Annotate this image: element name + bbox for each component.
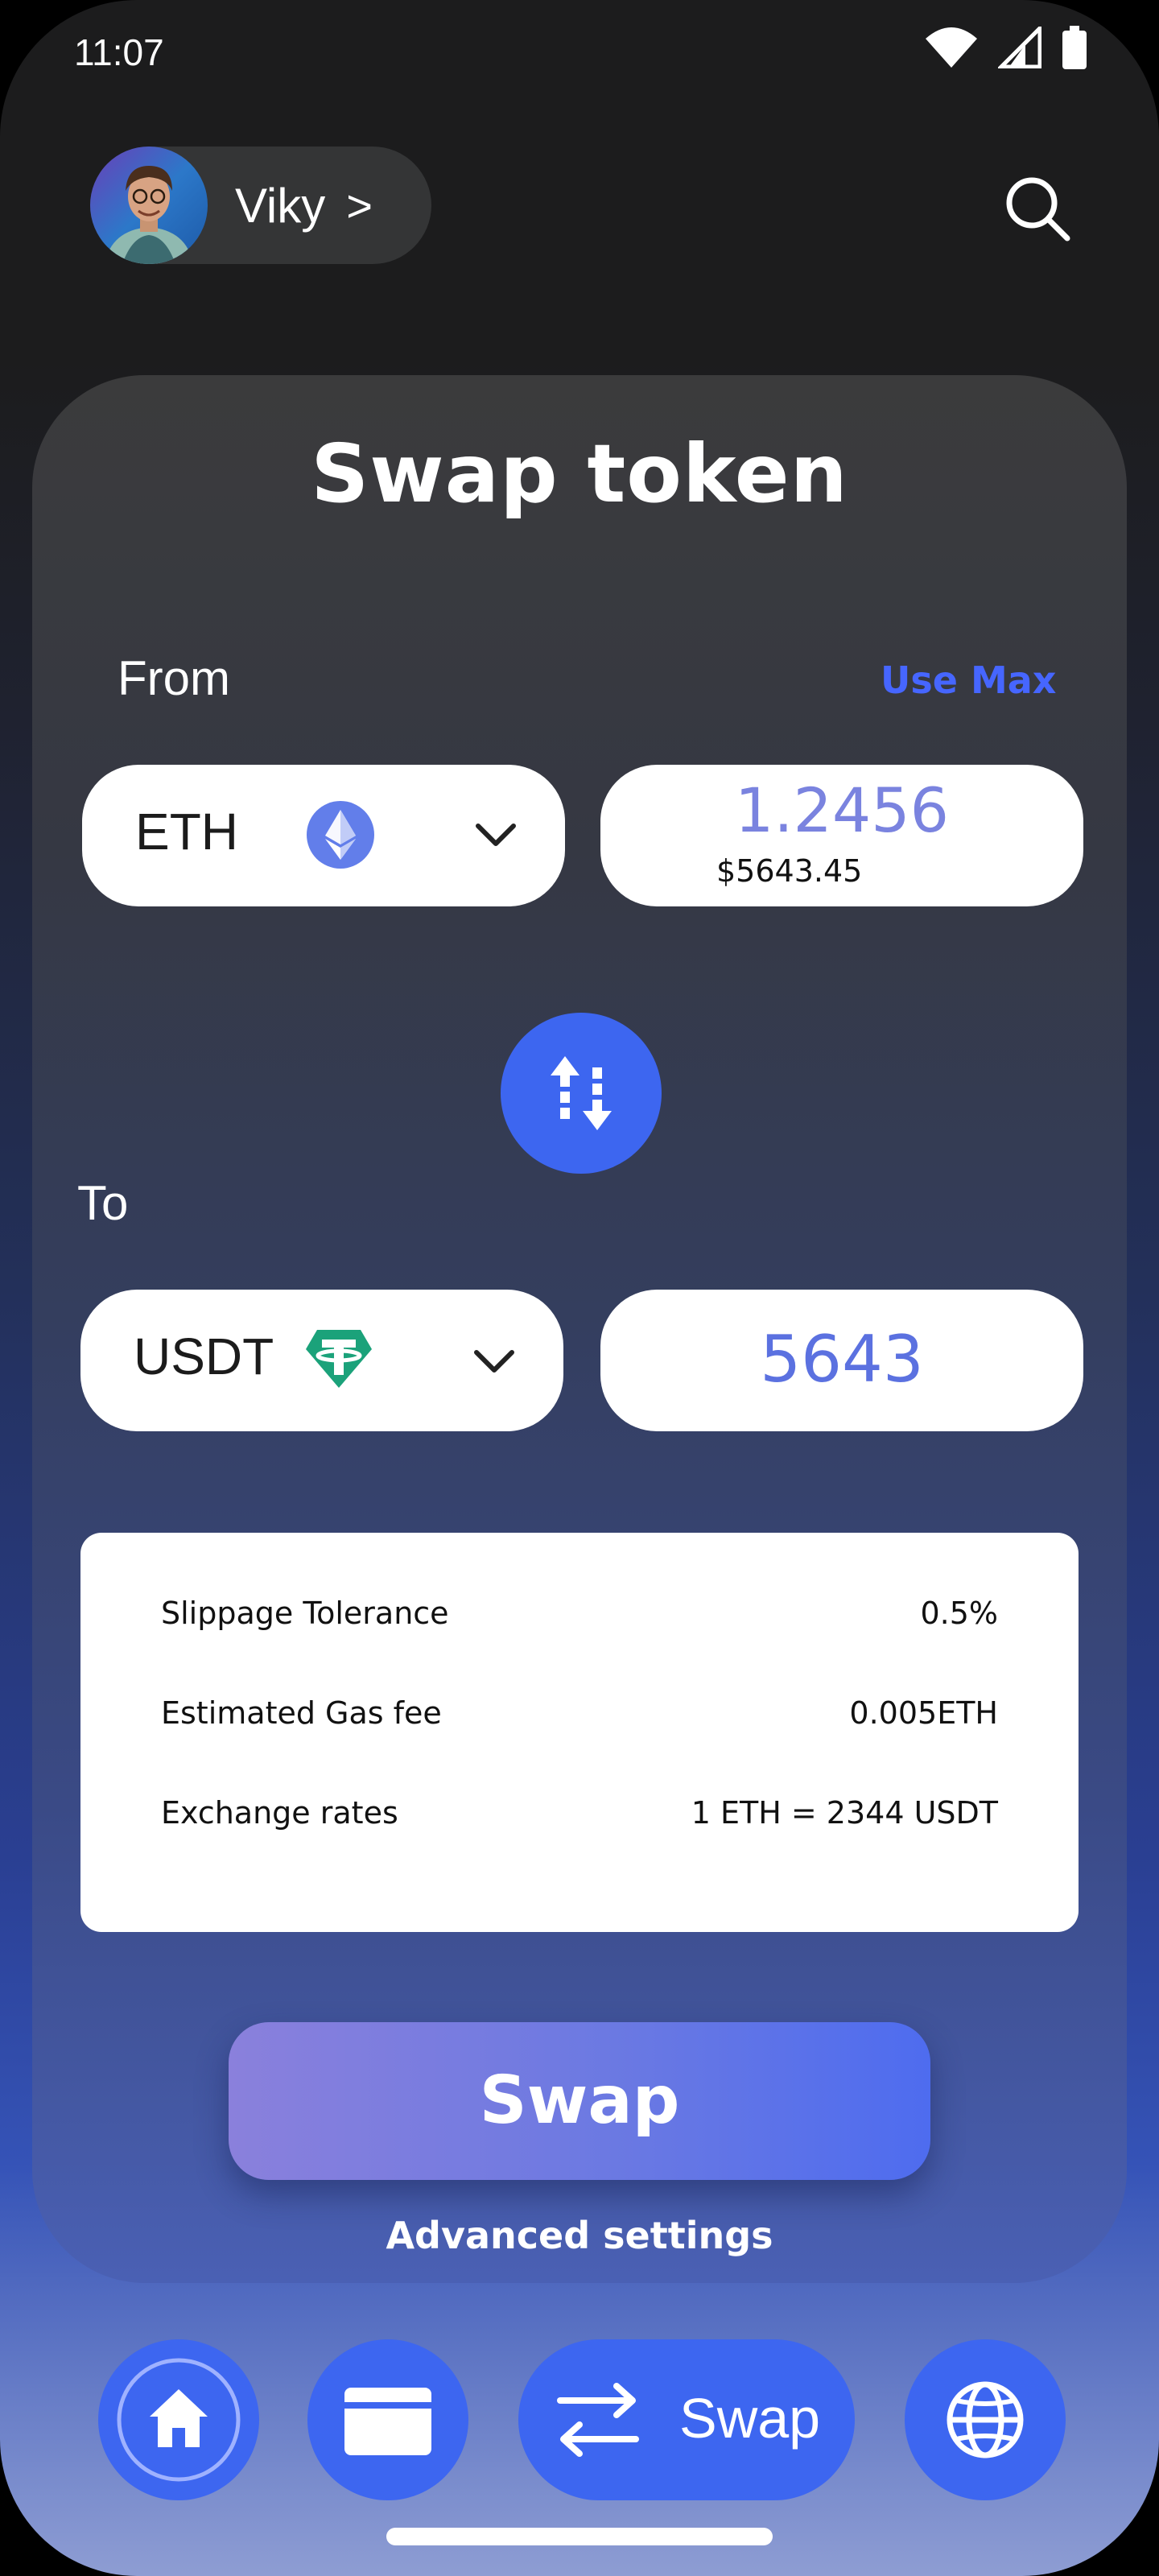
eth-icon: [307, 801, 374, 869]
status-time: 11:07: [74, 31, 164, 73]
to-amount: 5643: [760, 1322, 924, 1397]
from-token-select[interactable]: ETH: [82, 765, 565, 906]
phone-screen: 11:07 Viky > Swap token From Use Max ETH…: [0, 0, 1159, 2576]
chevron-down-icon: [474, 1350, 514, 1373]
signal-icon: [998, 27, 1041, 68]
to-label: To: [77, 1176, 129, 1230]
from-fiat-value: $5643.45: [716, 853, 863, 889]
advanced-settings-link[interactable]: Advanced settings: [0, 2214, 1159, 2257]
nav-home-button[interactable]: [98, 2339, 259, 2500]
avatar: [90, 147, 208, 264]
from-amount-field[interactable]: 1.2456 $5643.45: [600, 765, 1083, 906]
from-label: From: [118, 651, 230, 705]
use-max-link[interactable]: Use Max: [881, 658, 1056, 702]
user-name: Viky: [235, 178, 326, 233]
swap-details-card: Slippage Tolerance 0.5% Estimated Gas fe…: [80, 1533, 1079, 1932]
slippage-value: 0.5%: [920, 1596, 998, 1631]
slippage-label: Slippage Tolerance: [161, 1596, 449, 1631]
from-amount: 1.2456: [735, 774, 949, 846]
home-icon: [117, 2358, 241, 2482]
home-indicator[interactable]: [386, 2528, 773, 2545]
search-icon[interactable]: [998, 169, 1079, 250]
from-token-name: ETH: [135, 803, 238, 861]
swap-vertical-icon: [551, 1056, 612, 1130]
swap-button[interactable]: Swap: [229, 2022, 930, 2180]
usdt-icon: [306, 1330, 372, 1388]
globe-icon: [947, 2381, 1024, 2458]
chevron-down-icon: [476, 824, 516, 846]
details-row: Exchange rates 1 ETH = 2344 USDT: [161, 1795, 998, 1831]
status-icons: [926, 26, 1087, 69]
battery-icon: [1062, 26, 1087, 69]
nav-swap-label: Swap: [679, 2387, 821, 2450]
swap-icon: [557, 2383, 639, 2457]
profile-chip[interactable]: Viky >: [90, 147, 431, 264]
nav-globe-button[interactable]: [905, 2339, 1066, 2500]
gas-fee-value: 0.005ETH: [849, 1695, 998, 1731]
to-amount-field[interactable]: 5643: [600, 1290, 1083, 1431]
exchange-rate-label: Exchange rates: [161, 1795, 398, 1831]
swap-direction-button[interactable]: [501, 1013, 662, 1174]
to-token-select[interactable]: USDT: [80, 1290, 563, 1431]
nav-wallet-button[interactable]: [307, 2339, 468, 2500]
page-title: Swap token: [311, 427, 848, 521]
to-token-name: USDT: [134, 1327, 274, 1385]
chevron-right-icon: >: [346, 180, 373, 231]
details-row: Slippage Tolerance 0.5%: [161, 1596, 998, 1631]
details-row: Estimated Gas fee 0.005ETH: [161, 1695, 998, 1731]
gas-fee-label: Estimated Gas fee: [161, 1695, 442, 1731]
exchange-rate-value: 1 ETH = 2344 USDT: [691, 1795, 998, 1831]
nav-swap-button[interactable]: Swap: [518, 2339, 855, 2500]
wallet-icon: [344, 2388, 431, 2455]
wifi-icon: [926, 27, 977, 68]
